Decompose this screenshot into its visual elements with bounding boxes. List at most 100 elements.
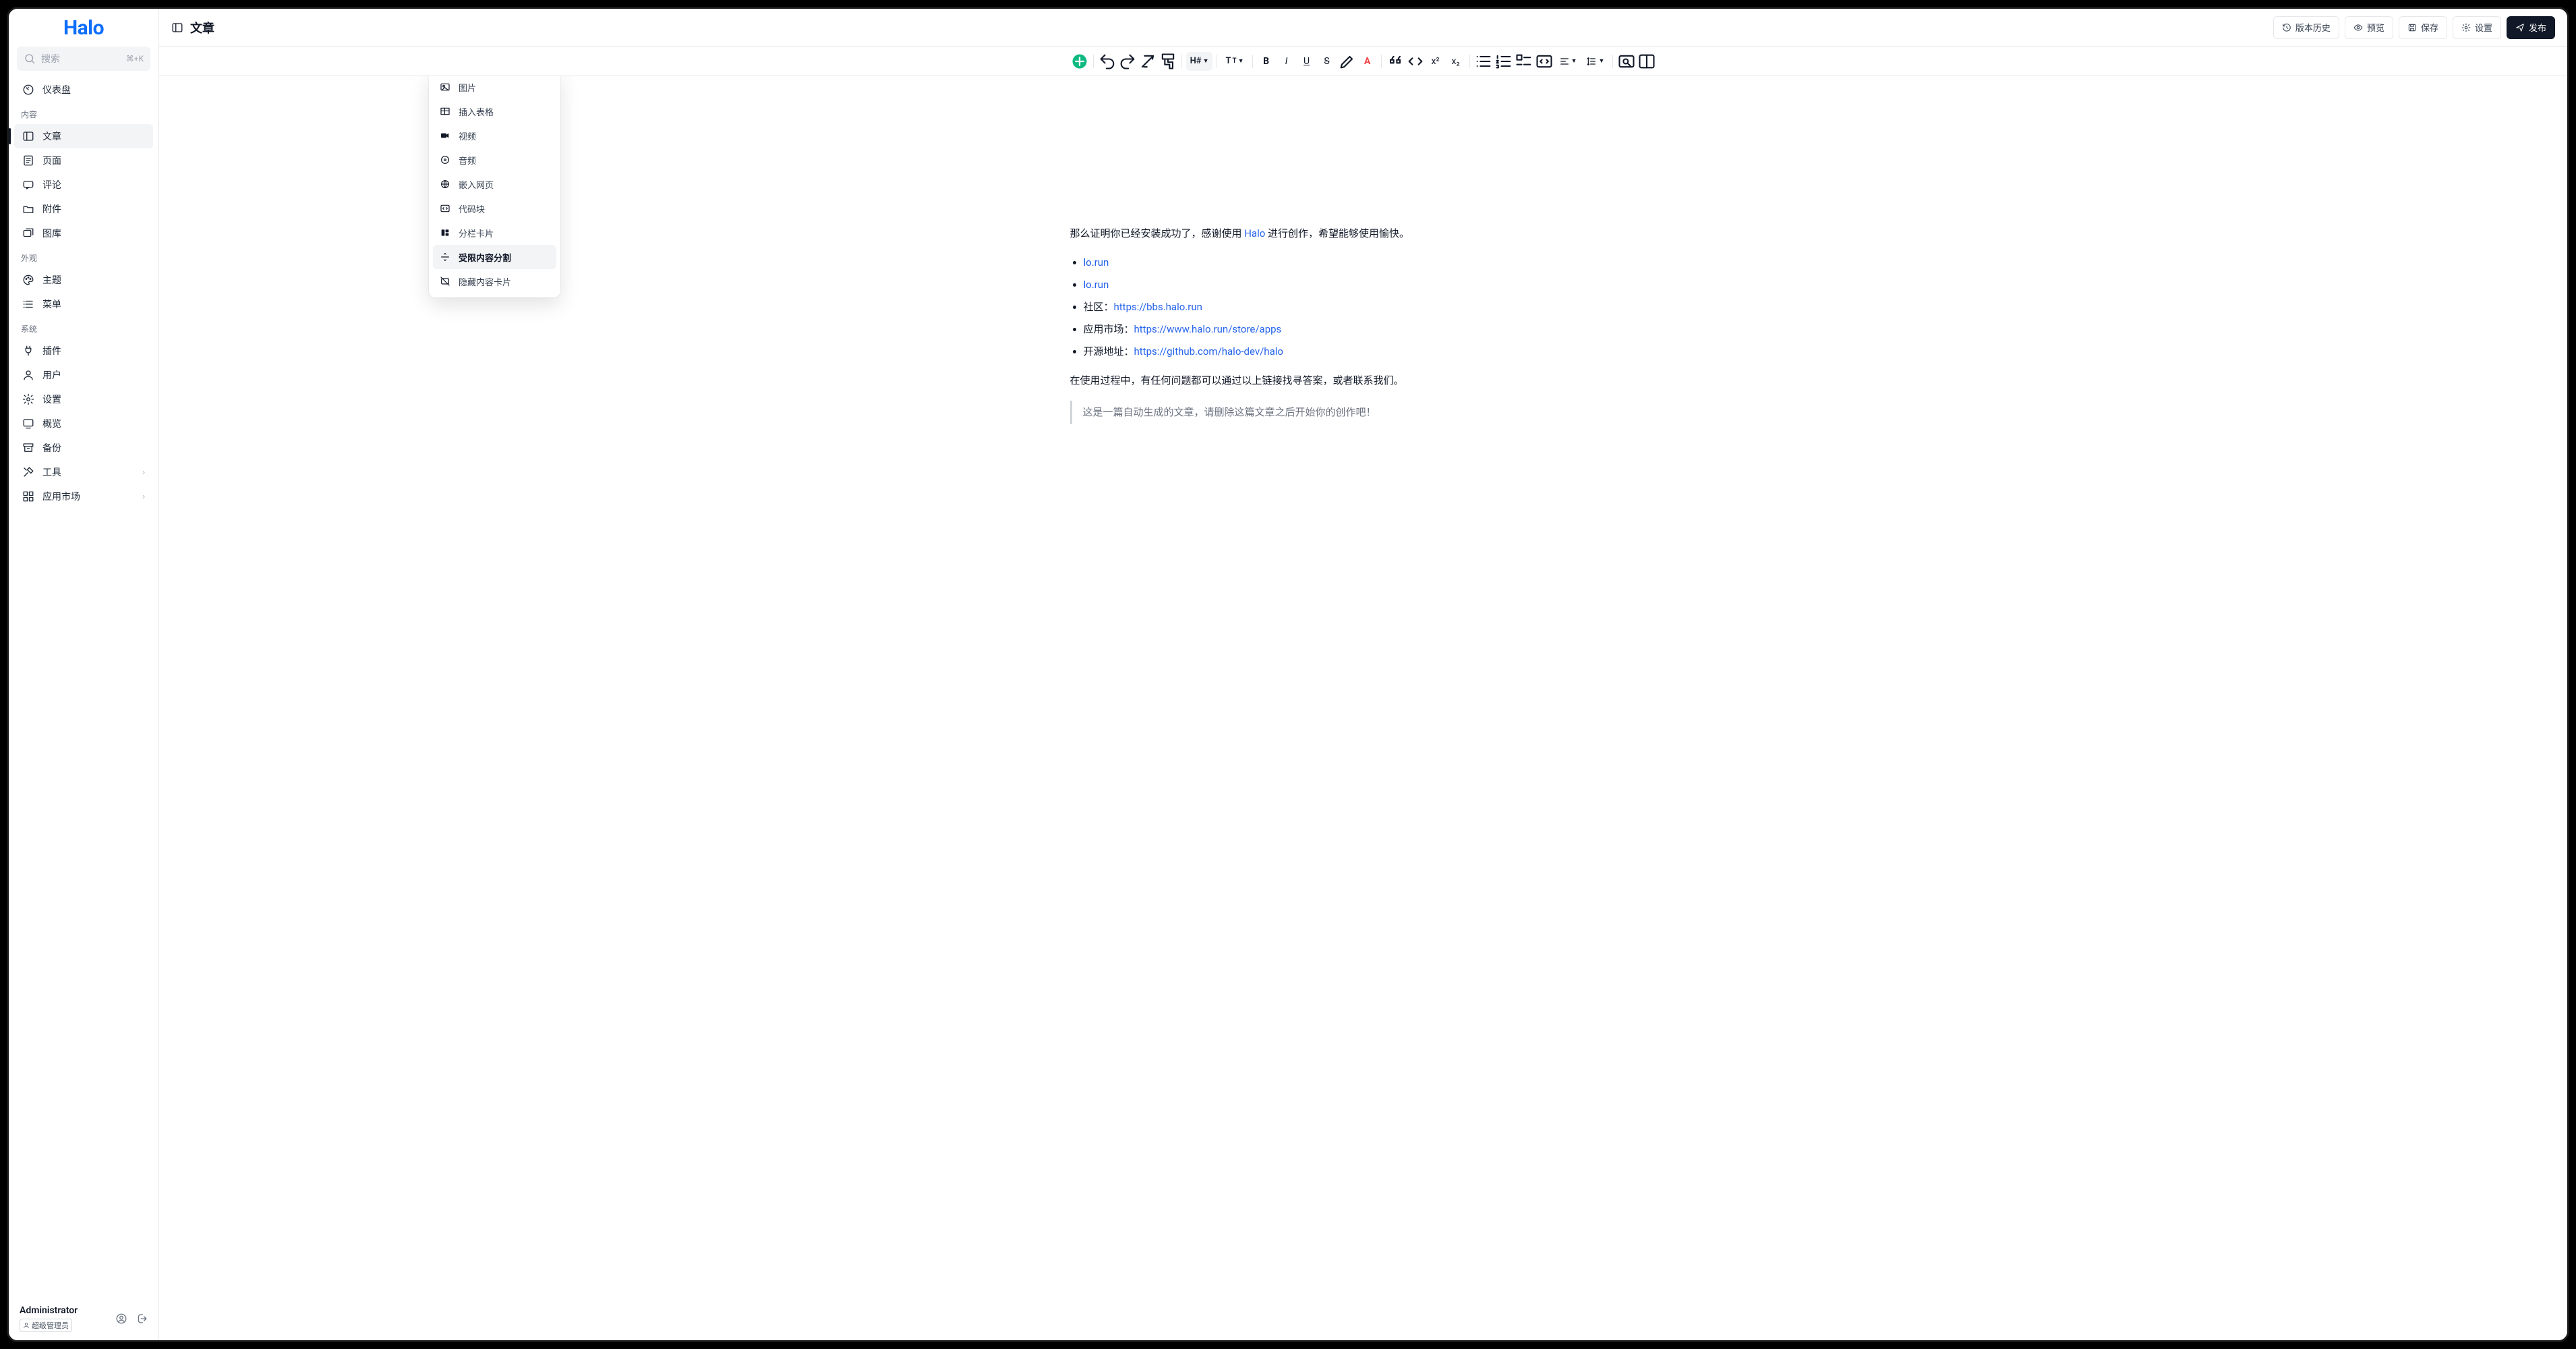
bold-button[interactable]: B bbox=[1257, 52, 1276, 71]
layout-icon bbox=[22, 130, 34, 142]
editor-toolbar: H# ▼ TT ▼ B I U S A x² x₂ ▼ ▼ bbox=[159, 47, 2567, 76]
format-painter-button[interactable] bbox=[1159, 52, 1177, 71]
page-title: 文章 bbox=[171, 19, 214, 36]
sidebar-item-overview[interactable]: 概览 bbox=[14, 411, 153, 436]
settings-button[interactable]: 设置 bbox=[2453, 16, 2501, 39]
link[interactable]: lo.run bbox=[1084, 279, 1109, 291]
sidebar-item-plugins[interactable]: 插件 bbox=[14, 339, 153, 363]
superscript-button[interactable]: x² bbox=[1426, 52, 1445, 71]
sidebar-item-photos[interactable]: 图库 bbox=[14, 221, 153, 246]
history-button[interactable]: 版本历史 bbox=[2273, 16, 2339, 39]
editor-area[interactable]: 图片 插入表格 视频 音频 嵌入网页 bbox=[159, 76, 2567, 1340]
sidebar-item-users[interactable]: 用户 bbox=[14, 363, 153, 387]
sidebar-item-label: 设置 bbox=[42, 393, 61, 406]
link[interactable]: lo.run bbox=[1084, 256, 1109, 268]
sidebar-item-posts[interactable]: 文章 bbox=[14, 124, 153, 148]
logout-icon[interactable] bbox=[136, 1313, 148, 1325]
save-icon bbox=[2407, 23, 2417, 32]
link[interactable]: https://github.com/halo-dev/halo bbox=[1134, 345, 1283, 357]
button-label: 保存 bbox=[2421, 21, 2438, 34]
dd-code[interactable]: 代码块 bbox=[433, 196, 556, 221]
sidebar-item-attachments[interactable]: 附件 bbox=[14, 197, 153, 221]
dd-restricted[interactable]: 受限内容分割 bbox=[433, 245, 556, 269]
sidebar-item-pages[interactable]: 页面 bbox=[14, 148, 153, 173]
dd-table[interactable]: 插入表格 bbox=[433, 99, 556, 123]
editor-content[interactable]: 那么证明你已经安装成功了，感谢使用 Halo 进行创作，希望能够使用愉快。 lo… bbox=[1070, 225, 1657, 424]
sidebar-item-tools[interactable]: 工具 › bbox=[14, 460, 153, 484]
save-button[interactable]: 保存 bbox=[2399, 16, 2447, 39]
plug-icon bbox=[22, 345, 34, 357]
ul-button[interactable] bbox=[1474, 52, 1493, 71]
fontsize-dropdown[interactable]: TT ▼ bbox=[1221, 52, 1248, 71]
link[interactable]: https://www.halo.run/store/apps bbox=[1134, 323, 1282, 335]
dd-hidden[interactable]: 隐藏内容卡片 bbox=[433, 269, 556, 293]
highlight-button[interactable] bbox=[1338, 52, 1357, 71]
list-item: lo.run bbox=[1084, 276, 1657, 294]
profile-icon[interactable] bbox=[115, 1313, 127, 1325]
app-logo: Halo bbox=[9, 9, 158, 47]
palette-icon bbox=[22, 274, 34, 286]
sidebar-item-label: 评论 bbox=[42, 178, 61, 192]
role-badge: 超级管理员 bbox=[20, 1319, 72, 1332]
button-label: 版本历史 bbox=[2295, 21, 2331, 34]
halo-link[interactable]: Halo bbox=[1244, 227, 1265, 239]
file-icon bbox=[22, 154, 34, 167]
chat-icon bbox=[22, 179, 34, 191]
search-replace-button[interactable] bbox=[1617, 52, 1636, 71]
heading-dropdown[interactable]: H# ▼ bbox=[1186, 52, 1213, 71]
preview-button[interactable]: 预览 bbox=[2345, 16, 2393, 39]
send-icon bbox=[2515, 23, 2525, 32]
dd-image[interactable]: 图片 bbox=[433, 76, 556, 99]
subscript-button[interactable]: x₂ bbox=[1446, 52, 1465, 71]
dd-label: 视频 bbox=[459, 130, 476, 142]
undo-button[interactable] bbox=[1098, 52, 1117, 71]
link[interactable]: https://bbs.halo.run bbox=[1114, 301, 1202, 313]
search-icon bbox=[24, 53, 36, 65]
codeblock-button[interactable] bbox=[1535, 52, 1554, 71]
clear-format-button[interactable] bbox=[1138, 52, 1157, 71]
chevron-right-icon: › bbox=[142, 467, 145, 477]
code-button[interactable] bbox=[1406, 52, 1425, 71]
folder-icon bbox=[22, 203, 34, 215]
dd-label: 音频 bbox=[459, 154, 476, 167]
lineheight-dropdown[interactable]: ▼ bbox=[1582, 52, 1608, 71]
quote-button[interactable] bbox=[1386, 52, 1405, 71]
dd-label: 嵌入网页 bbox=[459, 178, 494, 191]
redo-button[interactable] bbox=[1118, 52, 1137, 71]
sidebar-footer: Administrator 超级管理员 bbox=[9, 1297, 158, 1340]
sidebar-item-menus[interactable]: 菜单 bbox=[14, 292, 153, 316]
sidebar-item-settings[interactable]: 设置 bbox=[14, 387, 153, 411]
task-button[interactable] bbox=[1515, 52, 1533, 71]
dd-columns[interactable]: 分栏卡片 bbox=[433, 221, 556, 245]
list-item: 应用市场：https://www.halo.run/store/apps bbox=[1084, 320, 1657, 339]
sidebar-item-label: 工具 bbox=[42, 465, 61, 479]
publish-button[interactable]: 发布 bbox=[2507, 16, 2555, 39]
dd-video[interactable]: 视频 bbox=[433, 123, 556, 148]
sidebar-item-appstore[interactable]: 应用市场 › bbox=[14, 484, 153, 509]
columns-icon bbox=[440, 227, 450, 238]
chevron-right-icon: › bbox=[142, 492, 145, 501]
sidebar-item-backup[interactable]: 备份 bbox=[14, 436, 153, 460]
search-input[interactable]: 搜索 ⌘+K bbox=[17, 47, 150, 71]
dd-audio[interactable]: 音频 bbox=[433, 148, 556, 172]
image-stack-icon bbox=[22, 227, 34, 239]
sidebar-item-label: 页面 bbox=[42, 154, 61, 167]
underline-button[interactable]: U bbox=[1297, 52, 1316, 71]
textcolor-button[interactable]: A bbox=[1358, 52, 1377, 71]
button-label: 预览 bbox=[2367, 21, 2384, 34]
sidebar-item-themes[interactable]: 主题 bbox=[14, 268, 153, 292]
gear-icon bbox=[22, 393, 34, 405]
fullscreen-button[interactable] bbox=[1637, 52, 1656, 71]
italic-button[interactable]: I bbox=[1277, 52, 1296, 71]
sidebar-item-dashboard[interactable]: 仪表盘 bbox=[14, 78, 153, 102]
sidebar-item-comments[interactable]: 评论 bbox=[14, 173, 153, 197]
apps-icon bbox=[22, 490, 34, 503]
add-block-button[interactable] bbox=[1070, 52, 1089, 71]
dd-iframe[interactable]: 嵌入网页 bbox=[433, 172, 556, 196]
ol-button[interactable] bbox=[1494, 52, 1513, 71]
nav: 仪表盘 内容 文章 页面 评论 附件 图库 外观 bbox=[9, 75, 158, 1297]
sidebar-item-label: 主题 bbox=[42, 273, 61, 287]
dd-label: 隐藏内容卡片 bbox=[459, 275, 511, 288]
strike-button[interactable]: S bbox=[1318, 52, 1337, 71]
align-dropdown[interactable]: ▼ bbox=[1555, 52, 1581, 71]
